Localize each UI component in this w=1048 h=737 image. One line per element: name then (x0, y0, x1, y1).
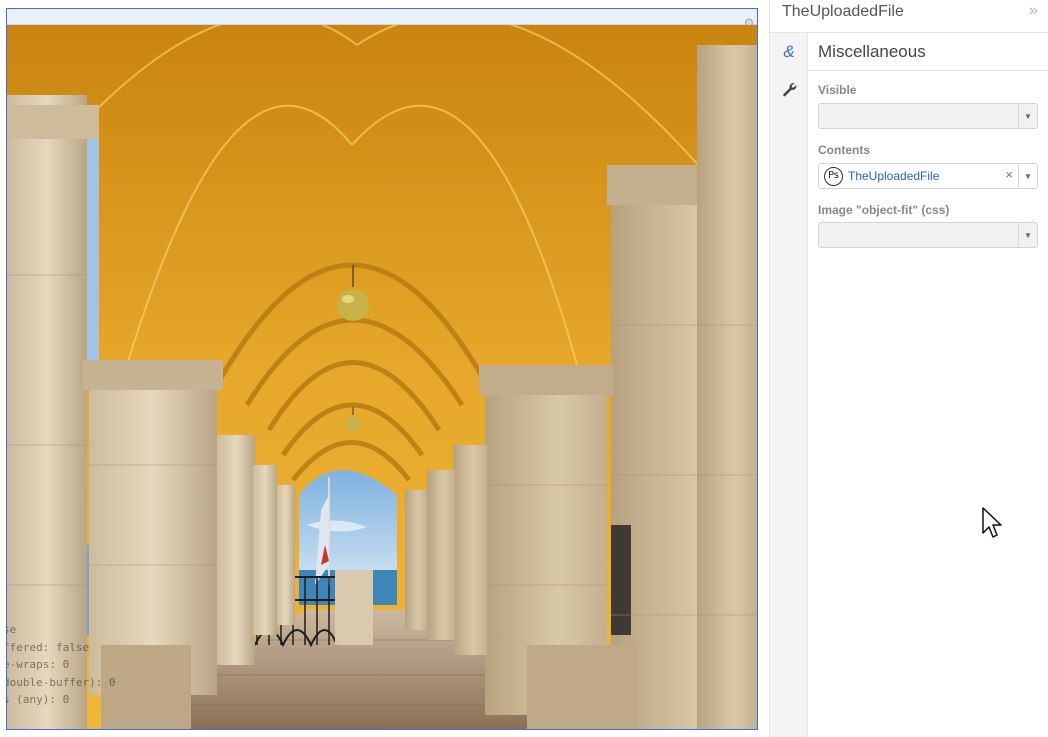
debug-line: double-buffer): 0 (6, 675, 116, 689)
chevron-down-icon[interactable]: ▼ (1018, 223, 1037, 247)
section-header: Miscellaneous (808, 33, 1048, 71)
visible-label: Visible (818, 83, 857, 97)
ps-badge-icon: Ps (824, 167, 843, 186)
chevron-down-icon[interactable]: ▼ (1018, 164, 1037, 188)
mouse-cursor-icon (982, 507, 1002, 538)
contents-dropdown[interactable]: Ps TheUploadedFile × ▼ (818, 163, 1038, 189)
panel-header: TheUploadedFile » (770, 0, 1048, 33)
uploaded-image (7, 25, 757, 729)
debug-line: se (7, 623, 17, 636)
panel-title: TheUploadedFile (782, 3, 904, 20)
clear-icon[interactable]: × (1005, 167, 1013, 182)
canvas-toolbar-strip (7, 9, 757, 25)
wrench-icon[interactable] (770, 72, 808, 106)
visible-dropdown[interactable]: ▼ (818, 103, 1038, 129)
ampersand-icon[interactable]: & (770, 35, 808, 69)
debug-line: ffered: false (6, 640, 90, 654)
debug-overlay: se ffered: false e-wraps: 0 double-buffer):… (6, 621, 116, 709)
debug-line: s (any): 0 (6, 693, 70, 707)
property-category-rail: & (770, 33, 808, 737)
section-title: Miscellaneous (818, 42, 926, 61)
object-fit-label: Image "object-fit" (css) (818, 203, 950, 217)
image-canvas[interactable]: ⚙ e ffered: false e-wraps: 0 double-buff… (6, 8, 758, 730)
contents-value-link[interactable]: TheUploadedFile (848, 169, 939, 183)
collapse-panel-button[interactable]: » (1029, 2, 1038, 20)
object-fit-dropdown[interactable]: ▼ (818, 222, 1038, 248)
contents-label: Contents (818, 143, 870, 157)
debug-line: e-wraps: 0 (6, 658, 70, 672)
chevron-down-icon[interactable]: ▼ (1018, 104, 1037, 128)
